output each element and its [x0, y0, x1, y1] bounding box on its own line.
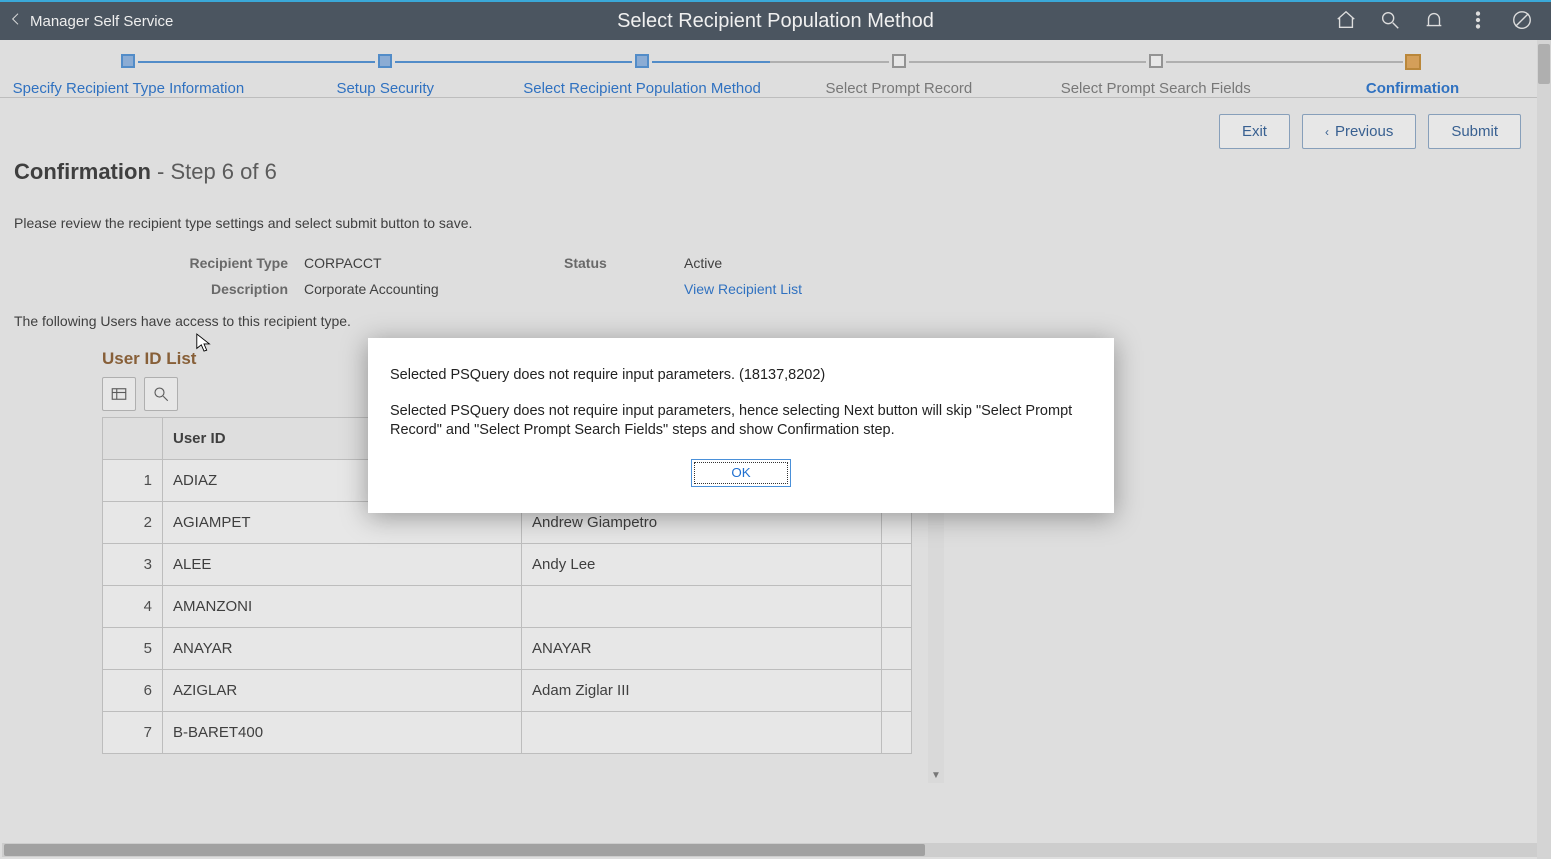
cell-tail	[882, 586, 912, 628]
step-label: Specify Recipient Type Information	[13, 80, 245, 97]
instruction-text: Please review the recipient type setting…	[14, 215, 1551, 231]
cell-name: ANAYAR	[522, 628, 882, 670]
cell-index: 6	[103, 670, 163, 712]
table-row[interactable]: 3ALEEAndy Lee	[103, 544, 912, 586]
cell-name: Adam Ziglar III	[522, 670, 882, 712]
cell-tail	[882, 544, 912, 586]
table-row[interactable]: 6AZIGLARAdam Ziglar III	[103, 670, 912, 712]
table-row[interactable]: 7B-BARET400	[103, 712, 912, 754]
page-scrollbar[interactable]	[1537, 40, 1551, 859]
cell-tail	[882, 712, 912, 754]
cell-user-id: ANAYAR	[163, 628, 522, 670]
cell-index: 7	[103, 712, 163, 754]
wizard-stepper: Specify Recipient Type Information Setup…	[0, 40, 1541, 98]
scroll-down-icon[interactable]: ▼	[928, 767, 944, 783]
header-actions	[1335, 9, 1551, 34]
label-status: Status	[564, 255, 684, 271]
search-icon[interactable]	[1379, 9, 1401, 34]
step-specify-recipient-type[interactable]: Specify Recipient Type Information	[0, 54, 257, 97]
exit-button[interactable]: Exit	[1219, 114, 1290, 149]
more-icon[interactable]	[1467, 9, 1489, 34]
page-title-header: Select Recipient Population Method	[617, 10, 934, 33]
page-heading: Confirmation - Step 6 of 6	[14, 159, 1551, 185]
table-row[interactable]: 4AMANZONI	[103, 586, 912, 628]
value-description: Corporate Accounting	[304, 281, 564, 297]
info-dialog: Selected PSQuery does not require input …	[368, 338, 1114, 513]
chevron-left-icon: ‹	[1325, 125, 1329, 139]
cell-index: 4	[103, 586, 163, 628]
wizard-actions: Exit ‹Previous Submit	[0, 98, 1551, 149]
scroll-thumb[interactable]	[1538, 44, 1550, 84]
cell-user-id: ALEE	[163, 544, 522, 586]
step-label: Select Prompt Search Fields	[1061, 80, 1251, 97]
view-recipient-list-link[interactable]: View Recipient List	[684, 281, 1551, 297]
step-label: Select Prompt Record	[826, 80, 973, 97]
dialog-message-2: Selected PSQuery does not require input …	[390, 402, 1092, 441]
back-label: Manager Self Service	[30, 13, 173, 30]
dialog-message-1: Selected PSQuery does not require input …	[390, 366, 1092, 386]
cell-name	[522, 586, 882, 628]
cell-user-id: B-BARET400	[163, 712, 522, 754]
step-select-prompt-search-fields: Select Prompt Search Fields	[1027, 54, 1284, 97]
label-description: Description	[14, 281, 304, 297]
cell-tail	[882, 628, 912, 670]
value-status: Active	[684, 255, 1551, 271]
cell-user-id: AZIGLAR	[163, 670, 522, 712]
bell-icon[interactable]	[1423, 9, 1445, 34]
submit-button[interactable]: Submit	[1428, 114, 1521, 149]
access-subtext: The following Users have access to this …	[14, 313, 1551, 329]
cell-index: 3	[103, 544, 163, 586]
step-label: Select Recipient Population Method	[523, 80, 761, 97]
step-select-recipient-population[interactable]: Select Recipient Population Method	[514, 54, 771, 97]
value-recipient-type: CORPACCT	[304, 255, 564, 271]
previous-button[interactable]: ‹Previous	[1302, 114, 1416, 149]
step-confirmation[interactable]: Confirmation	[1284, 54, 1541, 97]
page-h-scrollbar[interactable]	[2, 843, 1537, 857]
heading-main: Confirmation	[14, 159, 151, 184]
step-label: Setup Security	[336, 80, 434, 97]
step-select-prompt-record: Select Prompt Record	[770, 54, 1027, 97]
recipient-details: Recipient Type CORPACCT Status Active De…	[14, 255, 1551, 297]
cell-index: 1	[103, 460, 163, 502]
col-index	[103, 418, 163, 460]
home-icon[interactable]	[1335, 9, 1357, 34]
back-button[interactable]: Manager Self Service	[0, 11, 183, 31]
cell-name	[522, 712, 882, 754]
step-setup-security[interactable]: Setup Security	[257, 54, 514, 97]
cell-index: 5	[103, 628, 163, 670]
grid-settings-button[interactable]	[102, 377, 136, 411]
table-row[interactable]: 5ANAYARANAYAR	[103, 628, 912, 670]
grid-search-button[interactable]	[144, 377, 178, 411]
label-recipient-type: Recipient Type	[14, 255, 304, 271]
chevron-left-icon	[8, 11, 24, 31]
cell-user-id: AMANZONI	[163, 586, 522, 628]
ok-button[interactable]: OK	[691, 459, 791, 487]
scroll-thumb[interactable]	[4, 844, 925, 856]
cell-index: 2	[103, 502, 163, 544]
block-icon[interactable]	[1511, 9, 1533, 34]
cell-name: Andy Lee	[522, 544, 882, 586]
step-label: Confirmation	[1366, 80, 1459, 97]
cell-tail	[882, 670, 912, 712]
heading-step: - Step 6 of 6	[151, 159, 277, 184]
app-header: Manager Self Service Select Recipient Po…	[0, 0, 1551, 40]
